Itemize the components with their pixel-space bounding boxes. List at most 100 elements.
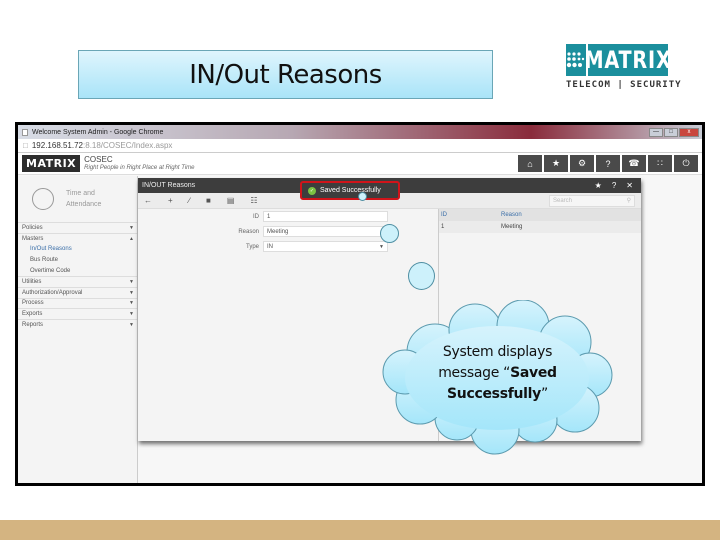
brand-logo: MATRIX TELECOM | SECURITY <box>566 44 682 90</box>
cell-reason: Meeting <box>501 224 523 230</box>
module-name-line1: Time and <box>66 190 95 197</box>
sidebar-item-exports[interactable]: Exports ▼ <box>18 308 137 319</box>
reason-field[interactable]: Meeting <box>263 226 388 237</box>
callout-line2: message “ <box>438 365 511 381</box>
search-input[interactable]: Search ⚲ <box>549 194 635 207</box>
search-icon[interactable]: ⚲ <box>627 197 631 204</box>
grid-header: ID Reason <box>439 209 641 221</box>
footer-band <box>0 520 720 540</box>
callout-text: System displays message “Saved Successfu… <box>375 342 620 405</box>
sidebar-item-reports[interactable]: Reports ▼ <box>18 319 137 330</box>
star-icon[interactable]: ★ <box>544 155 568 172</box>
address-bar[interactable]: □ 192.168.51.72 :8.18/COSEC/Index.aspx <box>18 139 702 153</box>
toast-message: Saved Successfully <box>320 187 381 194</box>
sidebar-item-label: Authorization/Approval <box>22 289 83 296</box>
brand-tagline: TELECOM | SECURITY <box>566 80 682 90</box>
sidebar-item-overtime-code[interactable]: Overtime Code <box>18 265 137 276</box>
callout-bubble-large <box>408 262 435 290</box>
sidebar-item-in-out-reasons[interactable]: In/Out Reasons <box>18 244 137 255</box>
reason-value: Meeting <box>267 228 289 235</box>
sidebar-item-masters[interactable]: Masters ▲ <box>18 232 137 244</box>
browser-titlebar: Welcome System Admin - Google Chrome — □… <box>18 125 702 139</box>
sidebar-item-process[interactable]: Process ▼ <box>18 297 137 309</box>
pin-icon[interactable]: ★ <box>595 181 602 190</box>
success-toast: ✓ Saved Successfully <box>300 181 400 200</box>
callout-line3-end: ” <box>541 386 548 402</box>
callout-bubble-medium <box>380 224 399 243</box>
cell-id: 1 <box>441 224 445 230</box>
maximize-button[interactable]: □ <box>664 127 678 137</box>
sidebar-item-label: Policies <box>22 224 43 231</box>
slide-title-box: IN/Out Reasons <box>78 50 493 99</box>
module-header: Time and Attendance <box>18 176 137 222</box>
check-icon: ✓ <box>308 186 316 195</box>
save-icon[interactable]: ▤ <box>227 196 235 205</box>
sidebar-item-label: Overtime Code <box>30 267 71 274</box>
chevron-down-icon[interactable]: ▼ <box>129 279 134 285</box>
product-tagline: Right People in Right Place at Right Tim… <box>84 164 195 171</box>
type-select[interactable]: IN ▼ <box>263 241 388 252</box>
id-field[interactable]: 1 <box>263 211 388 222</box>
sidebar-item-label: Exports <box>22 311 43 318</box>
sidebar-item-bus-route[interactable]: Bus Route <box>18 254 137 265</box>
chevron-down-icon[interactable]: ▼ <box>129 322 134 328</box>
chevron-down-icon[interactable]: ▼ <box>129 300 134 306</box>
add-icon[interactable]: + <box>168 196 173 205</box>
search-placeholder: Search <box>553 197 573 204</box>
slide: IN/Out Reasons MATRIX TELECOM | SECURITY… <box>0 0 720 540</box>
sidebar-item-label: Bus Route <box>30 256 59 263</box>
type-value: IN <box>267 243 273 250</box>
url-path: :8.18/COSEC/Index.aspx <box>83 141 173 150</box>
delete-icon[interactable]: ■ <box>206 196 211 205</box>
app-logo: MATRIX <box>22 155 81 172</box>
chevron-up-icon[interactable]: ▲ <box>129 236 134 242</box>
type-label: Type <box>245 243 259 250</box>
brand-dots-icon <box>566 44 586 76</box>
sidebar-item-label: Utilities <box>22 278 42 285</box>
list-icon[interactable]: ☷ <box>250 196 257 205</box>
sidebar-item-authorization-approval[interactable]: Authorization/Approval ▼ <box>18 286 137 298</box>
column-header-reason[interactable]: Reason <box>501 212 641 218</box>
sidebar-item-label: Reports <box>22 322 44 329</box>
close-window-button[interactable]: x <box>679 127 699 137</box>
callout-bubble-small <box>358 192 367 201</box>
page-icon: □ <box>23 141 28 150</box>
help-icon[interactable]: ? <box>596 155 620 172</box>
chevron-down-icon[interactable]: ▼ <box>129 290 134 296</box>
chevron-down-icon: ▼ <box>379 243 384 250</box>
home-icon[interactable]: ⌂ <box>518 155 542 172</box>
app-header: MATRIX COSEC Right People in Right Place… <box>18 153 702 175</box>
clock-calendar-icon <box>32 188 54 210</box>
callout-line1: System displays <box>442 344 553 360</box>
minimize-button[interactable]: — <box>649 127 663 137</box>
url-host: 192.168.51.72 <box>31 141 84 150</box>
edit-icon[interactable]: ∕ <box>189 196 190 205</box>
column-header-id[interactable]: ID <box>439 212 501 218</box>
sidebar-item-label: Process <box>22 300 44 307</box>
window-title: IN/OUT Reasons <box>142 182 196 189</box>
help-icon[interactable]: ? <box>612 181 616 190</box>
sidebar-item-label: In/Out Reasons <box>30 245 72 252</box>
module-name-line2: Attendance <box>66 201 102 208</box>
table-row[interactable]: 1 Meeting <box>439 221 641 233</box>
gear-icon[interactable]: ⚙ <box>570 155 594 172</box>
callout-cloud: System displays message “Saved Successfu… <box>375 299 620 455</box>
brand-name: MATRIX <box>584 44 672 76</box>
back-icon[interactable]: ← <box>144 196 152 205</box>
sidebar-item-policies[interactable]: Policies ▼ <box>18 222 137 233</box>
org-icon[interactable]: ∷ <box>648 155 672 172</box>
chevron-down-icon[interactable]: ▼ <box>129 225 134 231</box>
power-icon[interactable]: ⏻ <box>674 155 698 172</box>
sidebar-item-utilities[interactable]: Utilities ▼ <box>18 275 137 287</box>
page-icon <box>22 128 28 136</box>
callout-line3-bold: Successfully <box>447 386 542 402</box>
phone-icon[interactable]: ☎ <box>622 155 646 172</box>
chevron-down-icon[interactable]: ▼ <box>129 311 134 317</box>
close-icon[interactable]: ✕ <box>626 181 633 190</box>
callout-line2-bold: Saved <box>510 365 557 381</box>
id-label: ID <box>253 213 259 220</box>
product-name: COSEC <box>84 154 113 164</box>
reason-label: Reason <box>238 228 259 235</box>
sidebar: Time and Attendance Policies ▼ Masters ▲ In/… <box>18 176 138 483</box>
id-value: 1 <box>267 213 271 220</box>
